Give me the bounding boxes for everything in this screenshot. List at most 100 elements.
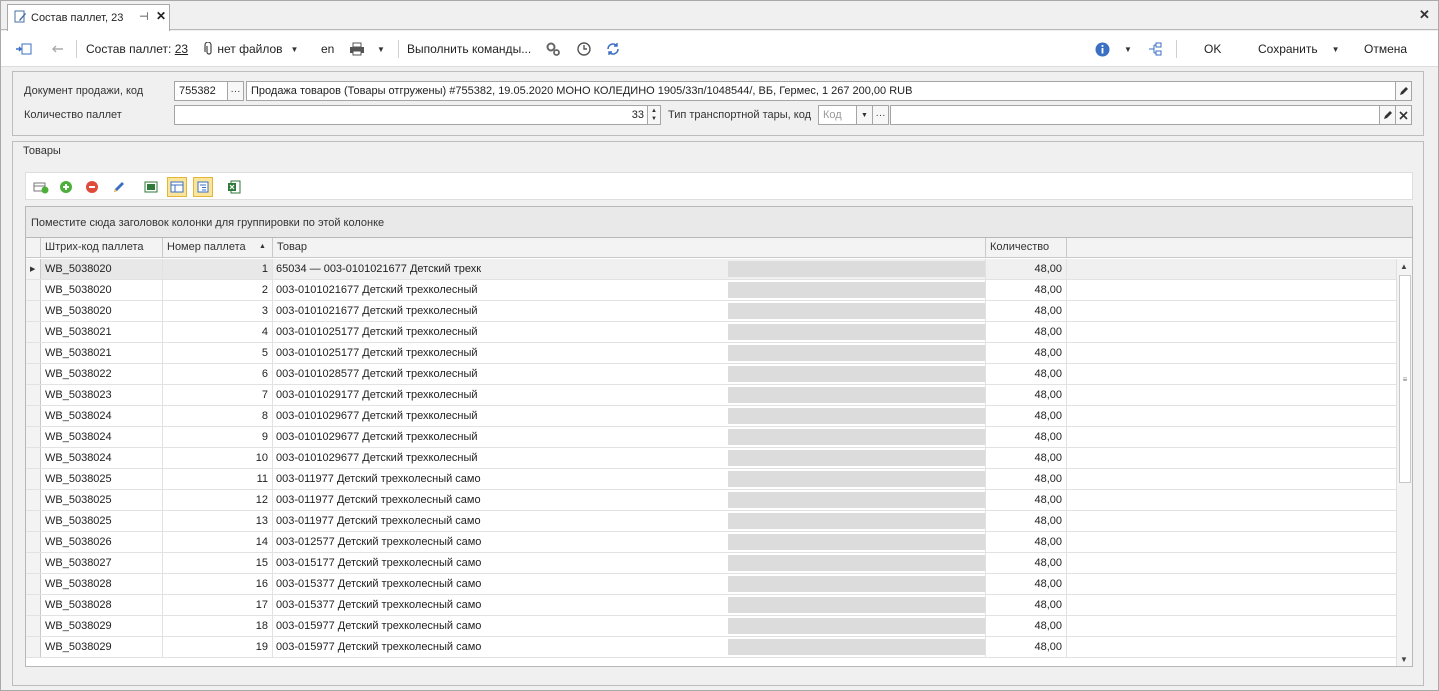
cell-product[interactable]: 003-0101025177 Детский трехколесный bbox=[273, 343, 986, 363]
row-indicator[interactable] bbox=[26, 574, 41, 594]
cell-product[interactable]: 003-015977 Детский трехколесный само bbox=[273, 637, 986, 657]
table-row[interactable]: WB_5038025 13 003-011977 Детский трехколес… bbox=[26, 511, 1396, 532]
ok-button[interactable]: OK bbox=[1204, 31, 1221, 67]
table-row[interactable]: WB_5038027 15 003-015177 Детский трехколес… bbox=[26, 553, 1396, 574]
add-icon[interactable] bbox=[56, 177, 76, 197]
cell-product[interactable]: 003-0101021677 Детский трехколесный bbox=[273, 280, 986, 300]
excel-icon[interactable] bbox=[224, 177, 244, 197]
cell-product[interactable]: 003-0101029677 Детский трехколесный bbox=[273, 406, 986, 426]
table-row[interactable]: ▶ WB_5038020 1 65034 — 003-0101021677 Детск… bbox=[26, 259, 1396, 280]
cell-pallet-number[interactable]: 14 bbox=[163, 532, 273, 552]
cell-quantity[interactable]: 48,00 bbox=[986, 511, 1067, 531]
tab-close-icon[interactable]: ✕ bbox=[156, 9, 166, 23]
cell-barcode[interactable]: WB_5038023 bbox=[41, 385, 163, 405]
new-record-icon[interactable] bbox=[15, 31, 33, 67]
table-row[interactable]: WB_5038029 19 003-015977 Детский трехколес… bbox=[26, 637, 1396, 658]
tree-icon[interactable] bbox=[1148, 31, 1162, 67]
cell-quantity[interactable]: 48,00 bbox=[986, 301, 1067, 321]
cell-pallet-number[interactable]: 2 bbox=[163, 280, 273, 300]
cell-product[interactable]: 003-015377 Детский трехколесный само bbox=[273, 595, 986, 615]
cell-barcode[interactable]: WB_5038027 bbox=[41, 553, 163, 573]
cell-product[interactable]: 003-011977 Детский трехколесный само bbox=[273, 469, 986, 489]
cell-pallet-number[interactable]: 1 bbox=[163, 259, 273, 279]
cell-barcode[interactable]: WB_5038026 bbox=[41, 532, 163, 552]
cell-quantity[interactable]: 48,00 bbox=[986, 322, 1067, 342]
pallet-count-spinner[interactable]: ▲ ▼ bbox=[647, 105, 661, 125]
cell-quantity[interactable]: 48,00 bbox=[986, 427, 1067, 447]
cell-quantity[interactable]: 48,00 bbox=[986, 364, 1067, 384]
cell-product[interactable]: 003-011977 Детский трехколесный само bbox=[273, 511, 986, 531]
cell-barcode[interactable]: WB_5038020 bbox=[41, 280, 163, 300]
cell-product[interactable]: 003-015177 Детский трехколесный само bbox=[273, 553, 986, 573]
cell-barcode[interactable]: WB_5038024 bbox=[41, 427, 163, 447]
refresh-icon[interactable] bbox=[606, 31, 620, 67]
table-row[interactable]: WB_5038022 6 003-0101028577 Детский трехко… bbox=[26, 364, 1396, 385]
cell-barcode[interactable]: WB_5038025 bbox=[41, 511, 163, 531]
cell-product[interactable]: 003-0101028577 Детский трехколесный bbox=[273, 364, 986, 384]
tab-pallet-composition[interactable]: Состав паллет, 23 ⊣ ✕ bbox=[7, 4, 170, 31]
cell-pallet-number[interactable]: 7 bbox=[163, 385, 273, 405]
transport-edit-button[interactable] bbox=[1379, 105, 1396, 125]
transport-code-field[interactable]: Код bbox=[818, 105, 858, 125]
table-row[interactable]: WB_5038026 14 003-012577 Детский трехколес… bbox=[26, 532, 1396, 553]
cell-pallet-number[interactable]: 15 bbox=[163, 553, 273, 573]
cell-barcode[interactable]: WB_5038029 bbox=[41, 616, 163, 636]
row-indicator[interactable] bbox=[26, 616, 41, 636]
cell-product[interactable]: 003-0101029677 Детский трехколесный bbox=[273, 427, 986, 447]
group-by-panel[interactable]: Поместите сюда заголовок колонки для гру… bbox=[25, 206, 1413, 238]
row-indicator[interactable] bbox=[26, 364, 41, 384]
row-indicator[interactable] bbox=[26, 343, 41, 363]
view-icon[interactable] bbox=[141, 177, 161, 197]
cancel-button[interactable]: Отмена bbox=[1364, 31, 1407, 67]
cell-pallet-number[interactable]: 8 bbox=[163, 406, 273, 426]
cell-pallet-number[interactable]: 5 bbox=[163, 343, 273, 363]
cell-pallet-number[interactable]: 11 bbox=[163, 469, 273, 489]
column-header-barcode[interactable]: Штрих-код паллета bbox=[41, 238, 163, 258]
print-button[interactable]: ▼ bbox=[349, 31, 385, 67]
cell-pallet-number[interactable]: 16 bbox=[163, 574, 273, 594]
cell-barcode[interactable]: WB_5038021 bbox=[41, 322, 163, 342]
undo-icon[interactable] bbox=[51, 31, 65, 67]
remove-icon[interactable] bbox=[82, 177, 102, 197]
scrollbar-thumb[interactable]: ≡ bbox=[1399, 275, 1411, 483]
cell-quantity[interactable]: 48,00 bbox=[986, 532, 1067, 552]
table-row[interactable]: WB_5038021 4 003-0101025177 Детский трехко… bbox=[26, 322, 1396, 343]
cell-quantity[interactable]: 48,00 bbox=[986, 385, 1067, 405]
cell-barcode[interactable]: WB_5038028 bbox=[41, 574, 163, 594]
execute-commands-button[interactable]: Выполнить команды... bbox=[407, 31, 531, 67]
cell-barcode[interactable]: WB_5038020 bbox=[41, 301, 163, 321]
table-row[interactable]: WB_5038021 5 003-0101025177 Детский трехко… bbox=[26, 343, 1396, 364]
row-indicator[interactable] bbox=[26, 595, 41, 615]
table-row[interactable]: WB_5038028 16 003-015377 Детский трехколес… bbox=[26, 574, 1396, 595]
cell-quantity[interactable]: 48,00 bbox=[986, 637, 1067, 657]
cell-quantity[interactable]: 48,00 bbox=[986, 448, 1067, 468]
column-header-product[interactable]: Товар bbox=[273, 238, 986, 258]
transport-description-field[interactable] bbox=[890, 105, 1383, 125]
row-indicator[interactable] bbox=[26, 511, 41, 531]
settings-icon[interactable] bbox=[545, 31, 561, 67]
row-indicator[interactable] bbox=[26, 322, 41, 342]
cell-quantity[interactable]: 48,00 bbox=[986, 259, 1067, 279]
table-row[interactable]: WB_5038024 10 003-0101029677 Детский трехк… bbox=[26, 448, 1396, 469]
cell-product[interactable]: 003-0101029177 Детский трехколесный bbox=[273, 385, 986, 405]
info-icon[interactable]: ▼ bbox=[1095, 31, 1132, 67]
edit-icon[interactable] bbox=[109, 177, 129, 197]
cell-pallet-number[interactable]: 18 bbox=[163, 616, 273, 636]
row-indicator[interactable] bbox=[26, 448, 41, 468]
sale-doc-lookup-button[interactable]: ··· bbox=[227, 81, 244, 101]
tree-view-icon[interactable] bbox=[193, 177, 213, 197]
cell-pallet-number[interactable]: 9 bbox=[163, 427, 273, 447]
cell-quantity[interactable]: 48,00 bbox=[986, 343, 1067, 363]
row-indicator[interactable] bbox=[26, 301, 41, 321]
cell-pallet-number[interactable]: 10 bbox=[163, 448, 273, 468]
row-indicator[interactable] bbox=[26, 553, 41, 573]
table-row[interactable]: WB_5038020 2 003-0101021677 Детский трехко… bbox=[26, 280, 1396, 301]
language-button[interactable]: en bbox=[321, 31, 334, 67]
cell-pallet-number[interactable]: 12 bbox=[163, 490, 273, 510]
cell-barcode[interactable]: WB_5038028 bbox=[41, 595, 163, 615]
cell-barcode[interactable]: WB_5038020 bbox=[41, 259, 163, 279]
cell-barcode[interactable]: WB_5038024 bbox=[41, 406, 163, 426]
cell-barcode[interactable]: WB_5038029 bbox=[41, 637, 163, 657]
cell-barcode[interactable]: WB_5038025 bbox=[41, 490, 163, 510]
row-indicator[interactable] bbox=[26, 469, 41, 489]
